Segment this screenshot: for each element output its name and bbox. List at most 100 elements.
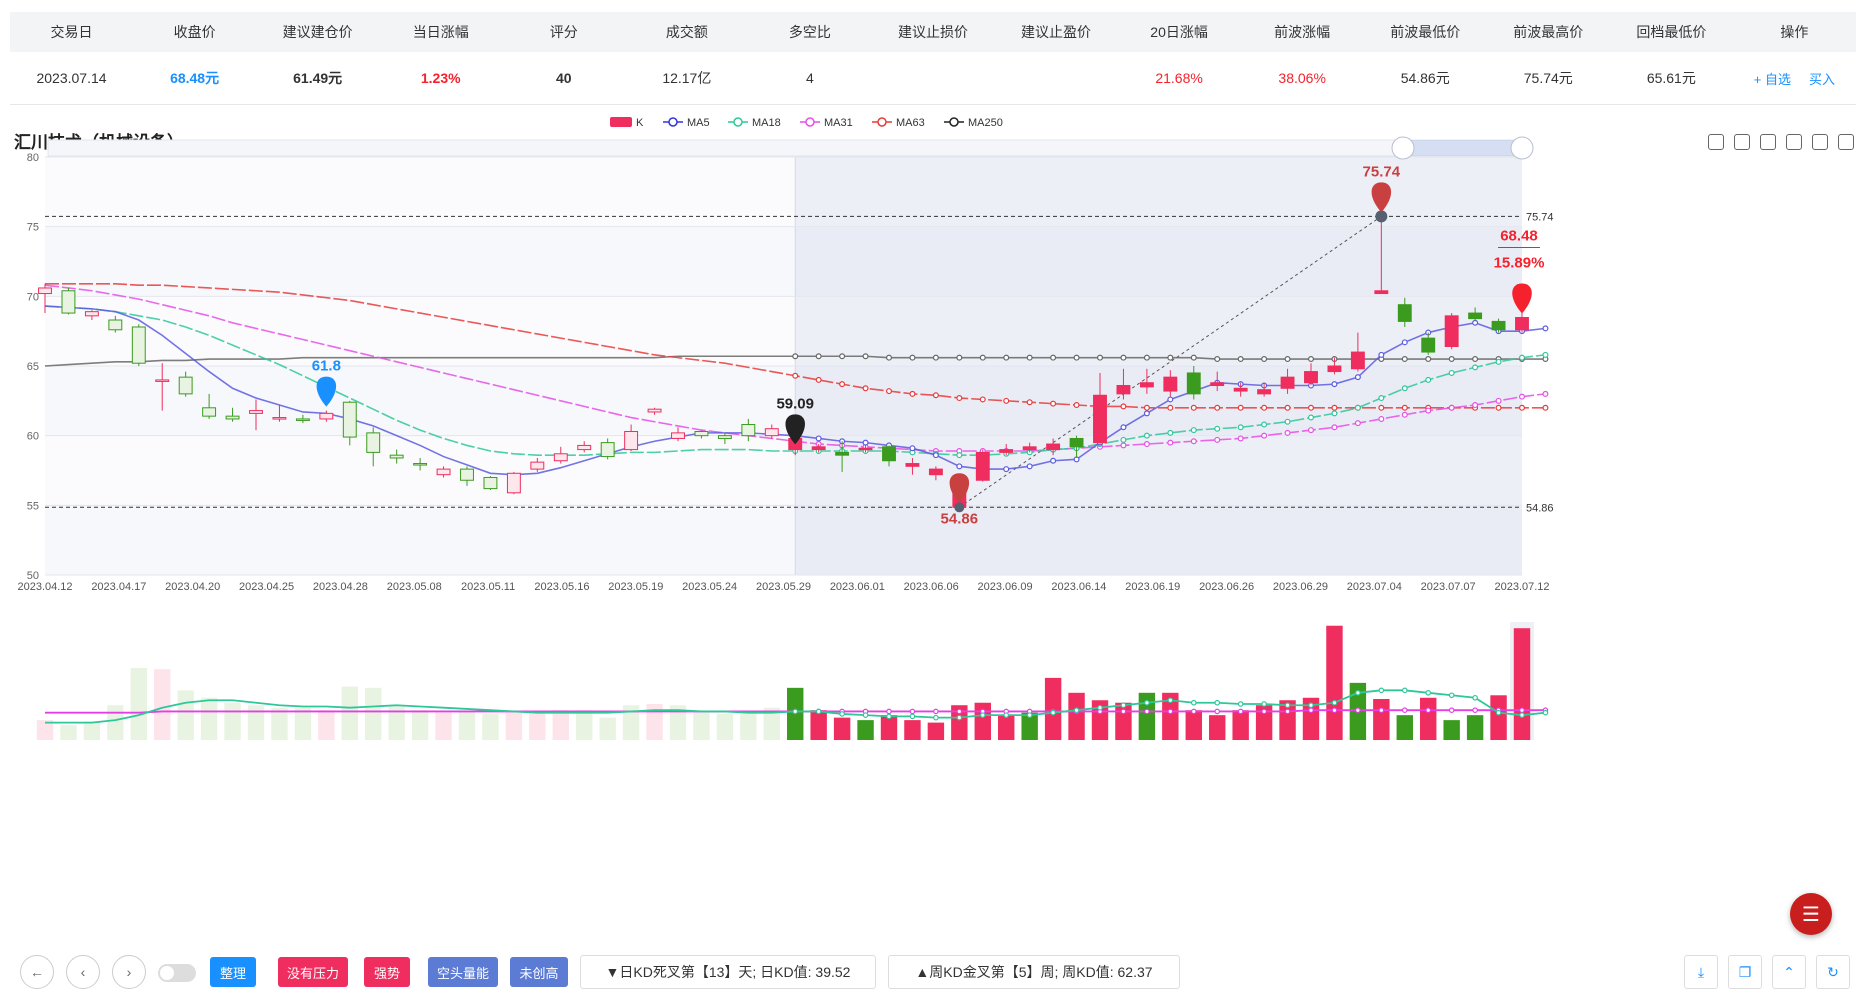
candle [61, 290, 76, 314]
ma5-line-point [932, 452, 939, 459]
candle [928, 468, 943, 476]
volume-ma-short-point [1167, 697, 1174, 704]
ma63-line-point [1237, 404, 1244, 411]
next-button[interactable]: › [112, 955, 146, 989]
zoom-window [1400, 140, 1522, 156]
ma18-line-point [792, 447, 799, 454]
volume-ma-long-point [792, 708, 799, 715]
daily-kd-info: ▼日KD死叉第【13】天; 日KD值: 39.52 [580, 955, 876, 989]
header-cell: 前波最低价 [1390, 24, 1461, 40]
arrow-left-icon: ← [30, 964, 44, 980]
volume-ma-short-point [1308, 702, 1314, 709]
ma31-line-point [979, 447, 986, 454]
brush-icon[interactable] [1786, 134, 1802, 150]
candle [155, 379, 170, 382]
ma63-line-point [815, 376, 822, 383]
download-button[interactable]: ⤓ [1684, 955, 1718, 989]
candle [413, 463, 428, 466]
ma31-line-point [1167, 439, 1174, 446]
volume-ma-short-point [1542, 709, 1549, 716]
volume-bar [1115, 702, 1132, 740]
buy-button[interactable]: 买入 [1809, 69, 1835, 88]
legend-label: MA5 [687, 117, 710, 129]
volume-ma-long-point [933, 708, 939, 715]
cell-ops: + 自选 买入 [1733, 52, 1856, 104]
volume-bar [787, 687, 804, 740]
ma63-line-point [1120, 403, 1127, 410]
cell-stop-loss [871, 52, 994, 104]
volume-bar [880, 715, 898, 740]
volume-bar [810, 710, 827, 740]
volume-ma-short-point [1355, 689, 1361, 696]
volume-bar [1091, 700, 1109, 740]
kline-chart[interactable]: 50 55 60 65 70 75 80 2023.04.12 2023.04.17 2023.0… [0, 0, 1866, 996]
volume-bar [1209, 715, 1226, 740]
prev-button[interactable]: ‹ [66, 955, 100, 989]
table-header: 交易日 收盘价 建议建仓价 当日涨幅 评分 成交额 多空比 建议止损价 建议止盈价 20日涨幅 前波… [10, 12, 1856, 52]
candle [1257, 389, 1272, 395]
cell-wave-low: 54.86元 [1400, 70, 1450, 86]
candle [1093, 394, 1107, 444]
ma250-line-point [1518, 356, 1525, 363]
volume-bar [998, 715, 1015, 740]
cell-close: 68.48元 [170, 70, 220, 86]
ma250-line-point [1542, 356, 1549, 363]
volume-ma-short-point [1472, 694, 1478, 701]
ma250-line-point [1167, 354, 1174, 361]
volume-bar [107, 705, 124, 740]
ma18-line-point [1237, 424, 1244, 431]
y-tick-label: 75 [27, 222, 39, 234]
volume-bar [36, 720, 54, 740]
volume-ma-short-point [1144, 699, 1150, 706]
zoom-icon[interactable] [1734, 134, 1750, 150]
zoom-back-icon[interactable] [1760, 134, 1776, 150]
x-tick-label: 2023.07.04 [1347, 581, 1402, 593]
ma31-line-point [1073, 445, 1080, 452]
cell-score: 40 [555, 70, 572, 86]
chart-toolbox [1708, 134, 1854, 150]
ma18-line-point [885, 447, 892, 454]
volume-bar [974, 702, 991, 740]
candle [530, 461, 545, 470]
download-icon[interactable] [1838, 134, 1854, 150]
scroll-top-button[interactable]: ⌃ [1772, 955, 1806, 989]
refresh-button[interactable]: ↻ [1816, 955, 1850, 989]
clear-icon[interactable] [1812, 134, 1828, 150]
ma250-line-point [1120, 354, 1127, 361]
restore-icon[interactable] [1708, 134, 1724, 150]
volume-bar [1255, 705, 1273, 740]
legend-label: MA250 [968, 117, 1003, 129]
volume-bar [904, 720, 921, 740]
ma5-line-point [1120, 424, 1127, 431]
ma63-line-point [1050, 400, 1057, 407]
tag-3: 空头量能 [428, 957, 498, 987]
legend-marker [668, 117, 678, 127]
price-pin [1371, 182, 1392, 213]
volume-bar [1185, 710, 1202, 740]
candle [1397, 304, 1412, 322]
copy-button[interactable]: ❐ [1728, 955, 1762, 989]
volume-bar [458, 711, 476, 740]
ma18-line-point [1401, 385, 1408, 392]
ma18-line-point [1354, 404, 1361, 411]
ma5-line-point [1143, 410, 1150, 417]
back-button[interactable]: ← [20, 955, 54, 989]
volume-ma-long-point [1237, 708, 1244, 715]
volume-bar [435, 712, 452, 740]
ma31-line-point [1448, 404, 1455, 411]
bottom-toolbar: ← ‹ › 整理 没有压力 强势 空头量能 未创高 ▼日KD死叉第【13】天; … [0, 955, 1866, 995]
ma63-line-point [1167, 404, 1174, 411]
volume-ma-long-point [1401, 707, 1408, 713]
volume-ma-short-point [862, 712, 869, 718]
candle [1421, 337, 1436, 353]
ma63-line-point [1448, 404, 1455, 411]
grid-band [45, 366, 1522, 436]
ma18-line-point [1190, 427, 1197, 434]
cell-wave-high: 75.74元 [1523, 70, 1573, 86]
copy-icon: ❐ [1738, 963, 1752, 980]
menu-button[interactable]: ☰ [1790, 893, 1832, 935]
watchlist-button[interactable]: + 自选 [1754, 69, 1791, 88]
cell-take-profit [995, 52, 1118, 104]
ma63-line-point [1425, 404, 1432, 411]
toggle-switch[interactable] [158, 964, 196, 982]
